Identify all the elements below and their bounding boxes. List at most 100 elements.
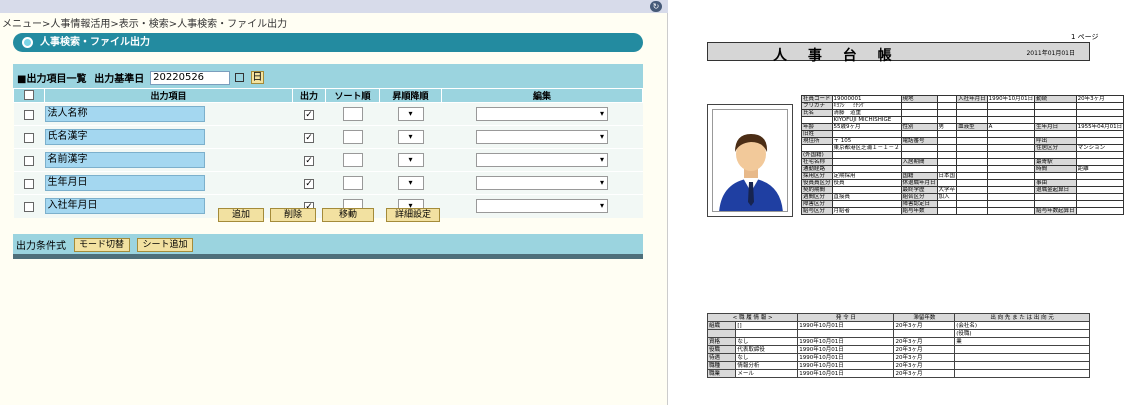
history-header-cell: 滞留年数: [893, 313, 956, 322]
row-select-checkbox[interactable]: [24, 132, 34, 143]
output-checkbox[interactable]: ✓: [304, 155, 314, 166]
info-cell: 20年3ヶ月: [1075, 95, 1125, 103]
info-cell: 距離: [1075, 165, 1125, 173]
output-item-label[interactable]: 生年月日: [44, 175, 205, 191]
output-item-label[interactable]: 名前漢字: [44, 152, 205, 168]
edit-select[interactable]: ▾: [476, 199, 608, 214]
output-checkbox[interactable]: ✓: [304, 132, 314, 143]
edit-select[interactable]: ▾: [476, 176, 608, 190]
edit-select[interactable]: ▾: [476, 130, 608, 144]
output-cell: ✓: [292, 102, 326, 126]
detail-settings-button[interactable]: 詳細設定: [386, 208, 440, 222]
sort-order-input[interactable]: [342, 153, 363, 167]
info-cell: [900, 151, 938, 159]
info-cell: 最終学歴: [900, 186, 938, 194]
output-item-cell: 名前漢字: [44, 148, 293, 172]
info-cell: [900, 116, 938, 124]
asc-desc-select[interactable]: ▾: [397, 153, 424, 167]
calendar-icon[interactable]: [234, 73, 244, 82]
add-button[interactable]: 追加: [218, 208, 264, 222]
info-cell: [831, 151, 902, 159]
output-conditions-bar: 出力条件式 モード切替 シート追加: [13, 234, 643, 254]
row-select-checkbox[interactable]: [24, 201, 34, 212]
info-cell: 勤続: [1034, 95, 1077, 103]
info-cell: [1075, 200, 1125, 208]
asc-desc-select[interactable]: ▾: [397, 130, 424, 144]
add-sheet-button[interactable]: シート追加: [137, 237, 193, 252]
order-cell: ▾: [379, 102, 442, 126]
asc-desc-select[interactable]: ▾: [397, 107, 424, 121]
sort-order-input[interactable]: [342, 130, 363, 144]
info-cell: [831, 158, 902, 166]
output-cell: ✓: [292, 148, 326, 172]
info-cell: [956, 179, 988, 187]
info-cell: 1990年10月01日: [986, 95, 1036, 103]
edit-select[interactable]: ▾: [476, 153, 608, 167]
career-history-table: < 職 履 情 報 > 発 令 日滞留年数出 向 先 ま た は 出 向 元組織[…: [706, 313, 1090, 378]
asc-desc-select[interactable]: ▾: [397, 176, 424, 190]
base-date-input[interactable]: 20220526: [150, 70, 231, 85]
info-cell: [1034, 172, 1077, 180]
info-cell: [986, 102, 1036, 110]
info-row: 社員コード 19000001 現地 入社年月日 1990年10月01日 勤続 20年3ヶ月: [801, 95, 1125, 103]
history-cell: 資格: [706, 337, 737, 346]
output-item-header: ■出力項目一覧 出力基準日 20220526 日: [13, 64, 643, 88]
info-cell: [1034, 151, 1077, 159]
info-cell: [1075, 137, 1125, 145]
output-checkbox[interactable]: ✓: [304, 109, 314, 120]
info-cell: 国籍: [900, 172, 938, 180]
sort-order-input[interactable]: [342, 107, 363, 121]
row-select-checkbox[interactable]: [24, 155, 34, 166]
info-row: 現住所〒 105 電話番号 呼出: [801, 137, 1125, 145]
employee-photo: [712, 109, 788, 212]
info-cell: [986, 109, 1036, 117]
info-cell: 清藤 道重: [831, 109, 902, 117]
history-cell: 1990年10月01日: [797, 337, 895, 346]
history-cell: 代表取締役: [735, 345, 799, 354]
output-cell: ✓: [292, 171, 326, 195]
edit-cell: ▾: [441, 194, 643, 218]
col-edit: 編集: [441, 88, 643, 103]
info-cell: A: [986, 123, 1036, 131]
output-checkbox[interactable]: ✓: [304, 178, 314, 189]
output-item-label[interactable]: 氏名漢字: [44, 129, 205, 145]
info-cell: 通勤経路: [801, 165, 833, 173]
history-header-cell: 出 向 先 ま た は 出 向 元: [954, 313, 1090, 322]
row-select-checkbox[interactable]: [24, 178, 34, 189]
info-row: 契約期間 最終学歴 大学卒 退職金起算日: [801, 186, 1125, 194]
output-item-label[interactable]: 法人名称: [44, 106, 205, 122]
order-cell: ▾: [379, 125, 442, 149]
row-select-checkbox[interactable]: [24, 109, 34, 120]
col-output-item: 出力項目: [44, 88, 293, 103]
table-row: 名前漢字 ✓ ▾ ▾: [13, 148, 643, 172]
edit-select[interactable]: ▾: [476, 107, 608, 121]
day-button[interactable]: 日: [250, 71, 264, 84]
sort-cell: [325, 148, 380, 172]
history-cell: 情報分析: [735, 361, 799, 370]
info-cell: 障害区分: [801, 200, 833, 208]
mode-switch-button[interactable]: モード切替: [73, 237, 130, 252]
history-cell: 職業: [706, 369, 737, 378]
info-cell: 役員員区分: [801, 179, 833, 187]
output-item-label[interactable]: 入社年月日: [44, 198, 205, 215]
info-row: 通勤経路 時間 距離: [801, 165, 1125, 173]
select-all-checkbox[interactable]: [24, 90, 34, 101]
info-cell: [956, 109, 988, 117]
info-cell: フリガナ: [801, 102, 833, 110]
info-cell: [936, 207, 958, 215]
move-button[interactable]: 移動: [322, 208, 374, 222]
row-select-cell: [13, 148, 45, 172]
info-cell: [986, 200, 1036, 208]
info-row: 給与区分 月給者 給与年数 給与年数起算日: [801, 207, 1125, 215]
row-select-cell: [13, 125, 45, 149]
col-output: 出力: [292, 88, 326, 103]
info-cell: [936, 102, 958, 110]
refresh-icon[interactable]: ↻: [650, 1, 662, 12]
delete-button[interactable]: 削除: [270, 208, 316, 222]
row-select-cell: [13, 194, 45, 218]
info-cell: 住居区分: [1034, 144, 1077, 152]
sort-order-input[interactable]: [342, 176, 363, 190]
info-cell: 旧姓: [801, 130, 833, 138]
info-cell: [986, 193, 1036, 201]
history-cell: [797, 329, 895, 338]
